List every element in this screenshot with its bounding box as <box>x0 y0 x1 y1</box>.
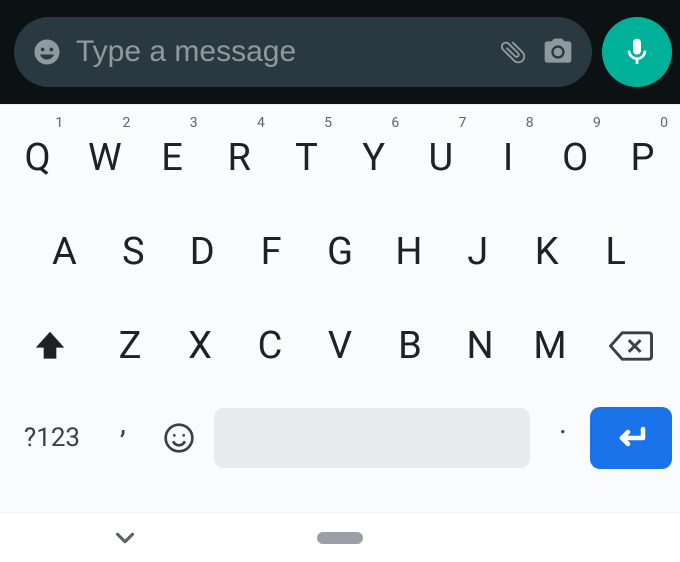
key-y[interactable]: 6Y <box>340 111 407 205</box>
hide-keyboard-icon[interactable] <box>110 523 140 553</box>
voice-message-button[interactable] <box>602 17 672 87</box>
key-g[interactable]: G <box>306 205 375 299</box>
key-o[interactable]: 9O <box>542 111 609 205</box>
spacebar[interactable] <box>214 408 530 468</box>
key-t[interactable]: 5T <box>273 111 340 205</box>
keyboard: 1Q 2W 3E 4R 5T 6Y 7U 8I 9O 0P A S D F G … <box>0 104 680 512</box>
key-w[interactable]: 2W <box>71 111 138 205</box>
keyboard-row-1: 1Q 2W 3E 4R 5T 6Y 7U 8I 9O 0P <box>0 111 680 205</box>
key-u[interactable]: 7U <box>407 111 474 205</box>
comma-key[interactable]: , <box>96 406 150 471</box>
key-z[interactable]: Z <box>95 299 165 393</box>
key-m[interactable]: M <box>515 299 585 393</box>
keyboard-row-2: A S D F G H J K L <box>0 205 680 299</box>
key-r[interactable]: 4R <box>206 111 273 205</box>
key-v[interactable]: V <box>305 299 375 393</box>
shift-key[interactable] <box>4 327 95 365</box>
key-f[interactable]: F <box>237 205 306 299</box>
key-k[interactable]: K <box>512 205 581 299</box>
key-j[interactable]: J <box>443 205 512 299</box>
key-c[interactable]: C <box>235 299 305 393</box>
message-input[interactable] <box>76 35 484 69</box>
symbols-key[interactable]: ?123 <box>8 423 96 453</box>
key-x[interactable]: X <box>165 299 235 393</box>
key-n[interactable]: N <box>445 299 515 393</box>
backspace-key[interactable] <box>585 328 676 364</box>
period-key[interactable]: . <box>536 406 590 471</box>
key-a[interactable]: A <box>30 205 99 299</box>
key-s[interactable]: S <box>99 205 168 299</box>
camera-icon[interactable] <box>542 36 574 68</box>
keyboard-row-3: Z X C V B N M <box>0 299 680 393</box>
home-handle[interactable] <box>317 532 363 544</box>
key-i[interactable]: 8I <box>474 111 541 205</box>
emoji-icon[interactable] <box>32 37 62 67</box>
keyboard-row-4: ?123 , . <box>0 393 680 483</box>
key-b[interactable]: B <box>375 299 445 393</box>
message-pill <box>14 17 592 87</box>
key-l[interactable]: L <box>581 205 650 299</box>
key-h[interactable]: H <box>374 205 443 299</box>
attachment-icon[interactable] <box>498 37 528 67</box>
emoji-key[interactable] <box>150 422 208 454</box>
enter-key[interactable] <box>590 407 672 469</box>
key-e[interactable]: 3E <box>138 111 205 205</box>
message-input-bar <box>0 0 680 104</box>
navigation-bar <box>0 512 680 562</box>
key-d[interactable]: D <box>168 205 237 299</box>
key-p[interactable]: 0P <box>609 111 676 205</box>
key-q[interactable]: 1Q <box>4 111 71 205</box>
